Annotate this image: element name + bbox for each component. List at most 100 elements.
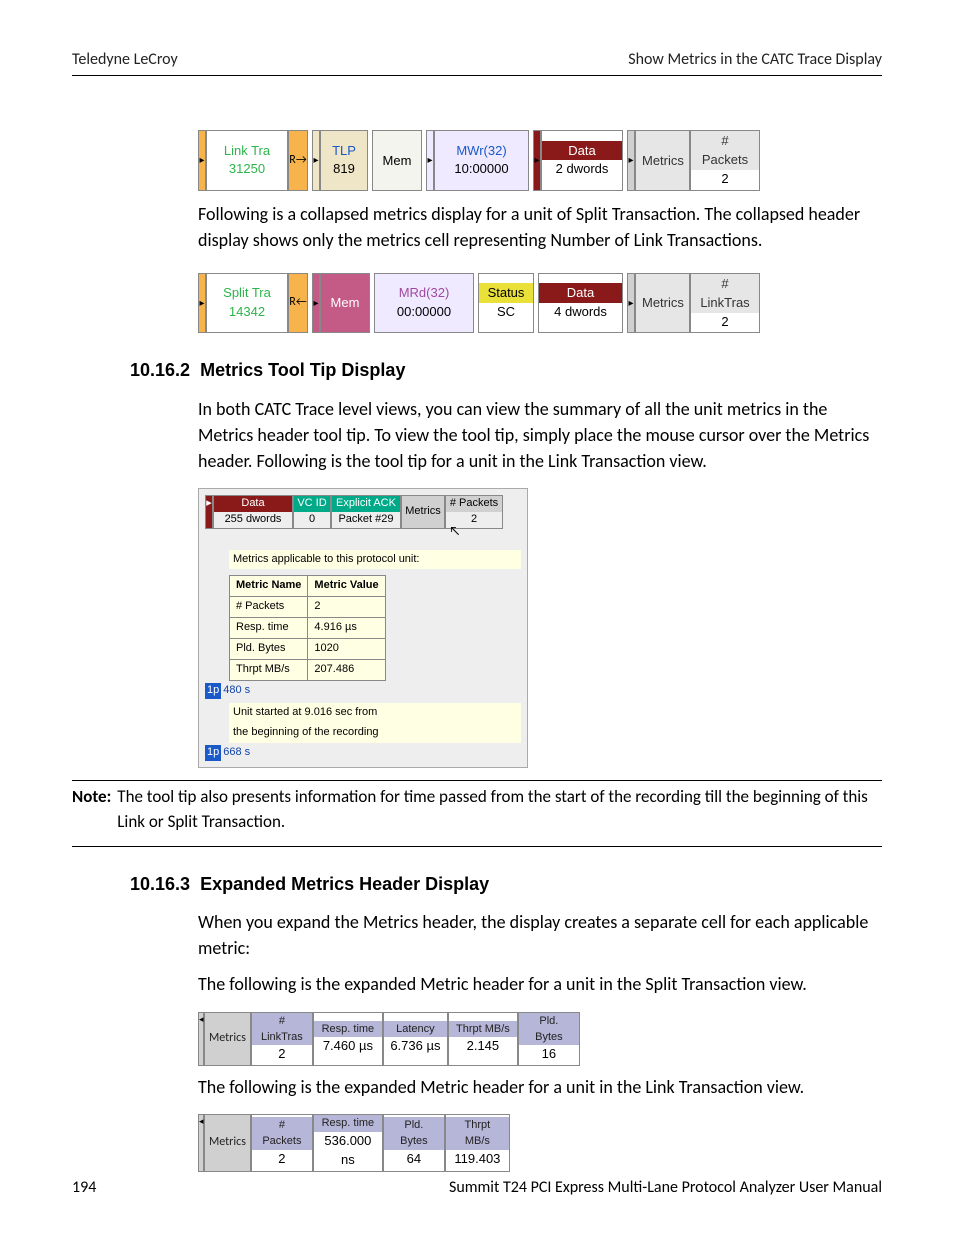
metrics-label: Metrics — [204, 1114, 251, 1172]
section-number: 10.16.3 — [130, 874, 190, 894]
metric-value: 2 — [308, 597, 385, 618]
cell-top: Data — [542, 141, 622, 161]
cell-bot: 2 — [691, 313, 759, 333]
paragraph: When you expand the Metrics header, the … — [198, 909, 882, 961]
expand-arrow-icon[interactable]: ▸ — [198, 273, 206, 334]
table-header: Metric Value — [308, 576, 385, 597]
cell-mem: Mem — [372, 130, 422, 191]
cell-bot: 2 dwords — [542, 160, 622, 180]
table-row: Pld. Bytes1020 — [230, 639, 386, 660]
cell-top: Mem — [373, 151, 421, 171]
paragraph: Following is a collapsed metrics display… — [198, 201, 882, 253]
cell-top: Link Tra — [207, 141, 287, 161]
header-rule — [72, 75, 882, 76]
metric-header: Resp. time — [314, 1115, 382, 1132]
expand-arrow-icon[interactable]: ▸ — [198, 130, 206, 191]
expanded-metrics-split: ◂ Metrics # LinkTras2 Resp. time7.460 µs… — [198, 1012, 882, 1067]
expand-arrow-icon[interactable]: ▸ — [205, 495, 213, 529]
metric-col: # LinkTras2 — [251, 1012, 313, 1067]
metric-col: Thrpt MB/s2.145 — [448, 1012, 518, 1067]
metric-value: 6.736 µs — [384, 1037, 447, 1057]
cell-data: Data 2 dwords — [541, 130, 623, 191]
direction-cell: R← — [288, 273, 308, 334]
metric-value: 119.403 — [446, 1150, 509, 1170]
direction-cell: R→ — [288, 130, 308, 191]
cell-top: MWr(32) — [435, 141, 528, 161]
tooltip-footer-line: Unit started at 9.016 sec from — [229, 703, 521, 723]
metrics-label: Metrics — [204, 1012, 251, 1067]
metric-name: Thrpt MB/s — [230, 660, 308, 681]
cell-linktras: # LinkTras 2 — [690, 273, 760, 334]
cell-top: VC ID — [294, 496, 330, 512]
table-header: Metric Name — [230, 576, 308, 597]
paragraph: The following is the expanded Metric hea… — [198, 971, 882, 997]
cell-bot: 00:00000 — [375, 303, 473, 323]
cell-status: Status SC — [478, 273, 534, 334]
cell-top: Split Tra — [207, 283, 287, 303]
cell-metrics-label: Metrics — [401, 495, 445, 529]
tooltip-figure: ▸ Data 255 dwords VC ID 0 Explicit ACK P… — [198, 488, 528, 768]
metric-value: 16 — [519, 1045, 579, 1065]
metric-value: 2 — [252, 1150, 312, 1170]
metric-col: Resp. time7.460 µs — [313, 1012, 383, 1067]
expand-arrow-icon[interactable]: ▸ — [627, 130, 635, 191]
cell-top: MRd(32) — [375, 283, 473, 303]
cell-bot: 31250 — [207, 160, 287, 180]
metric-value: 536.000 ns — [314, 1132, 382, 1171]
cell-top: Status — [479, 283, 533, 303]
cell-bot: 255 dwords — [214, 512, 292, 528]
metric-value: 1020 — [308, 639, 385, 660]
paragraph: The following is the expanded Metric hea… — [198, 1074, 882, 1100]
cell-top: TLP — [321, 141, 367, 161]
metric-col: Pld. Bytes64 — [383, 1114, 445, 1172]
cell-top: # Packets — [691, 131, 759, 170]
metric-value: 7.460 µs — [314, 1037, 382, 1057]
metric-value: 64 — [384, 1150, 444, 1170]
metric-col: Pld. Bytes16 — [518, 1012, 580, 1067]
stub-value: 668 s — [223, 745, 250, 761]
header-right: Show Metrics in the CATC Trace Display — [628, 48, 882, 71]
note-rule — [72, 780, 882, 781]
cell-top: Data — [214, 496, 292, 512]
trace-strip-split-tra: ▸ Split Tra 14342 R← ▸ Mem MRd(32) 00:00… — [198, 273, 882, 334]
cell-top: Metrics — [636, 293, 689, 313]
metric-name: # Packets — [230, 597, 308, 618]
expanded-metrics-link: ◂ Metrics # Packets2 Resp. time536.000 n… — [198, 1114, 882, 1172]
cell-bot: SC — [479, 303, 533, 323]
note-label: Note: — [72, 785, 111, 834]
cell-vcid: VC ID 0 — [293, 495, 331, 529]
section-title: Metrics Tool Tip Display — [200, 360, 405, 380]
stub-label: 1p — [205, 683, 221, 699]
note-block: Note: The tool tip also presents informa… — [72, 785, 882, 834]
expand-arrow-icon[interactable]: ▸ — [533, 130, 541, 191]
metric-col: Thrpt MB/s119.403 — [445, 1114, 510, 1172]
table-row: Resp. time4.916 µs — [230, 618, 386, 639]
stub-label: 1p — [205, 745, 221, 761]
cell-bot: 819 — [321, 160, 367, 180]
page-number: 194 — [72, 1176, 96, 1199]
tooltip-footer-line: the beginning of the recording — [229, 723, 521, 743]
stub-value: 480 s — [223, 683, 250, 699]
section-number: 10.16.2 — [130, 360, 190, 380]
metric-value: 4.916 µs — [308, 618, 385, 639]
cell-data: Data 4 dwords — [538, 273, 623, 334]
cell-bot: 2 — [691, 170, 759, 190]
expand-arrow-icon[interactable]: ▸ — [426, 130, 434, 191]
cell-top: Explicit ACK — [332, 496, 400, 512]
metric-header: # LinkTras — [252, 1013, 312, 1046]
expand-arrow-icon[interactable]: ▸ — [312, 130, 320, 191]
cell-bot: 4 dwords — [539, 303, 622, 323]
cell-tlp: TLP 819 — [320, 130, 368, 191]
cell-packets: # Packets 2 — [690, 130, 760, 191]
table-row: # Packets2 — [230, 597, 386, 618]
cell-mem: Mem — [320, 273, 370, 334]
tooltip-metrics-table: Metric NameMetric Value # Packets2 Resp.… — [229, 575, 386, 681]
metric-name: Resp. time — [230, 618, 308, 639]
metric-name: Pld. Bytes — [230, 639, 308, 660]
trace-strip-link-tra: ▸ Link Tra 31250 R→ ▸ TLP 819 Mem ▸ MWr(… — [198, 130, 882, 191]
expand-arrow-icon[interactable]: ▸ — [312, 273, 320, 334]
expand-arrow-icon[interactable]: ▸ — [627, 273, 635, 334]
metric-header: Pld. Bytes — [384, 1117, 444, 1150]
cell-top: # Packets — [446, 496, 502, 512]
cell-bot: 14342 — [207, 303, 287, 323]
